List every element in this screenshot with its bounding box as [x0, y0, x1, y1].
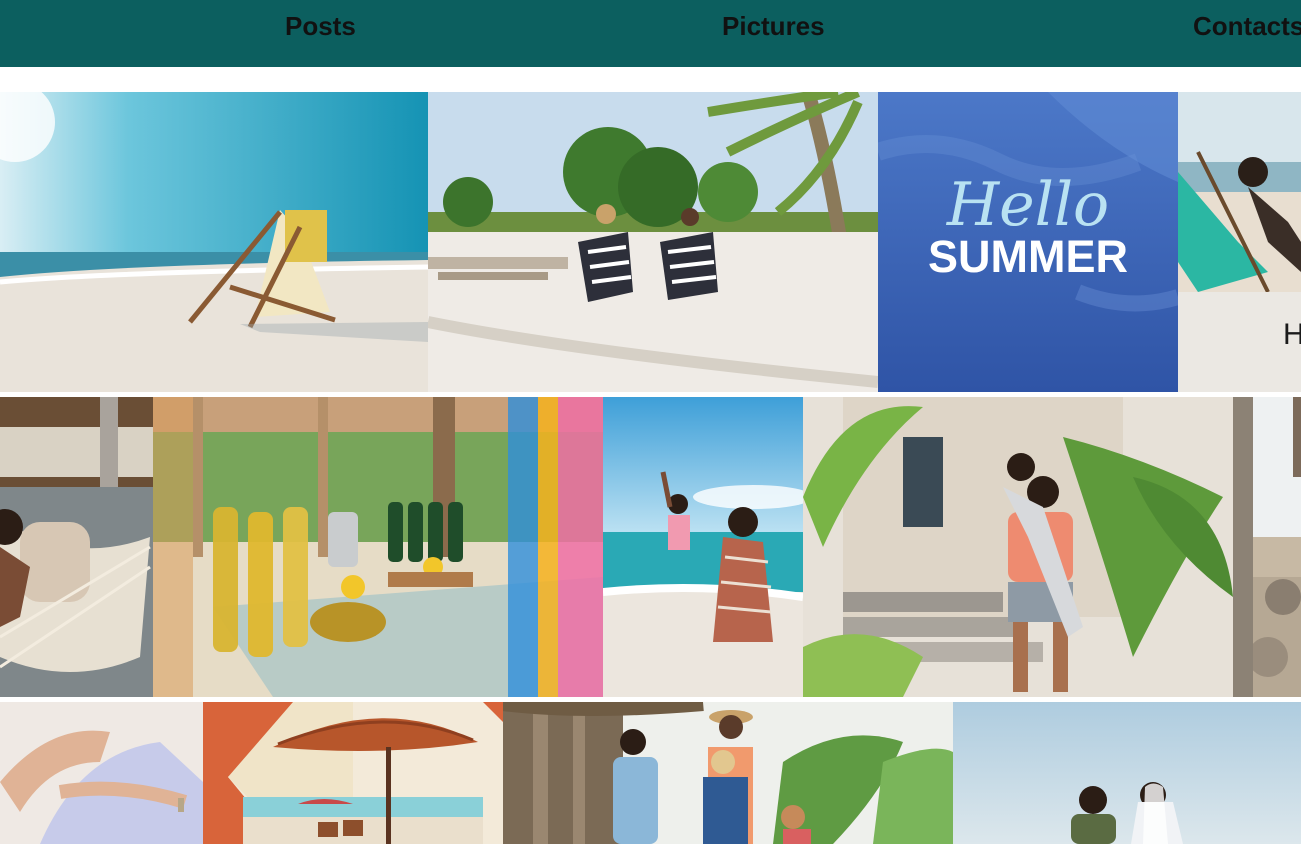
photo-beach-bar[interactable] — [153, 397, 603, 697]
photo-gallery: Hello SUMMER H — [0, 92, 1301, 844]
relaxing-image — [0, 702, 203, 844]
photo-wedding-couple[interactable] — [953, 702, 1301, 844]
top-navbar: Posts Pictures Contacts — [0, 0, 1301, 67]
nav-posts[interactable]: Posts — [285, 0, 356, 52]
beach-chair-image — [0, 92, 428, 392]
photo-hammock[interactable] — [0, 397, 153, 697]
summer-script-text: Hello — [946, 170, 1109, 240]
photo-beach-chair[interactable] — [0, 92, 428, 392]
beach-edge-image — [1253, 397, 1301, 697]
photo-piggyback-couple[interactable] — [803, 397, 1253, 697]
summer-card[interactable]: Hello SUMMER — [878, 92, 1178, 392]
mother-child-image — [603, 397, 803, 697]
palm-beach-image — [428, 92, 878, 392]
wedding-image — [953, 702, 1301, 844]
family-walk-image — [503, 702, 953, 844]
deckchair-card-image: H — [1178, 92, 1301, 392]
photo-mother-child-beach[interactable] — [603, 397, 803, 697]
photo-deckchair-card[interactable]: H — [1178, 92, 1301, 392]
partial-card-text: H — [1283, 318, 1301, 351]
photo-couple-palm-beach[interactable] — [428, 92, 878, 392]
beach-bar-image — [153, 397, 603, 697]
photo-umbrella-frame[interactable] — [203, 702, 503, 844]
piggyback-image — [803, 397, 1253, 697]
hammock-image — [0, 397, 153, 697]
photo-woman-relaxing[interactable] — [0, 702, 203, 844]
nav-pictures[interactable]: Pictures — [722, 0, 825, 52]
hello-summer-card: Hello SUMMER — [878, 92, 1178, 392]
photo-beach-edge[interactable] — [1253, 397, 1301, 697]
photo-family-walk[interactable] — [503, 702, 953, 844]
umbrella-frame-image — [203, 702, 503, 844]
summer-bold-text: SUMMER — [928, 231, 1128, 282]
nav-contacts[interactable]: Contacts — [1193, 0, 1301, 52]
